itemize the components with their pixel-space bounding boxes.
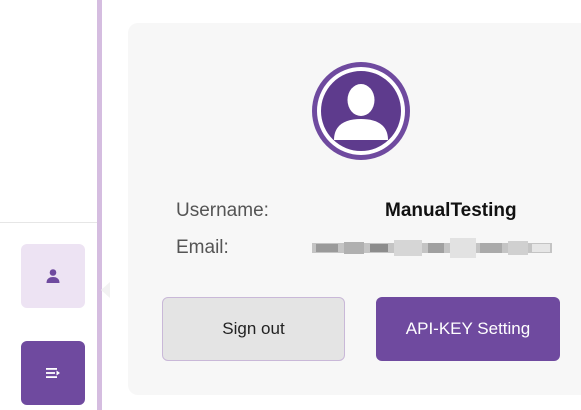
api-key-setting-button[interactable]: API-KEY Setting (376, 297, 560, 361)
panel-pointer (101, 282, 110, 298)
username-value: ManualTesting (385, 200, 517, 221)
user-avatar-icon (312, 62, 410, 160)
email-value-redacted (312, 238, 552, 258)
profile-nav-button[interactable] (21, 244, 85, 308)
menu-toggle-button[interactable] (21, 341, 85, 405)
sidebar-rail (97, 0, 102, 410)
profile-panel: Username: ManualTesting Email: Sign out … (128, 23, 581, 395)
menu-toggle-icon (46, 368, 60, 378)
email-label: Email: (176, 237, 229, 258)
sidebar-divider (0, 222, 97, 223)
user-icon (46, 269, 60, 283)
username-label: Username: (176, 200, 269, 221)
sidebar (0, 0, 100, 410)
sign-out-button[interactable]: Sign out (162, 297, 345, 361)
